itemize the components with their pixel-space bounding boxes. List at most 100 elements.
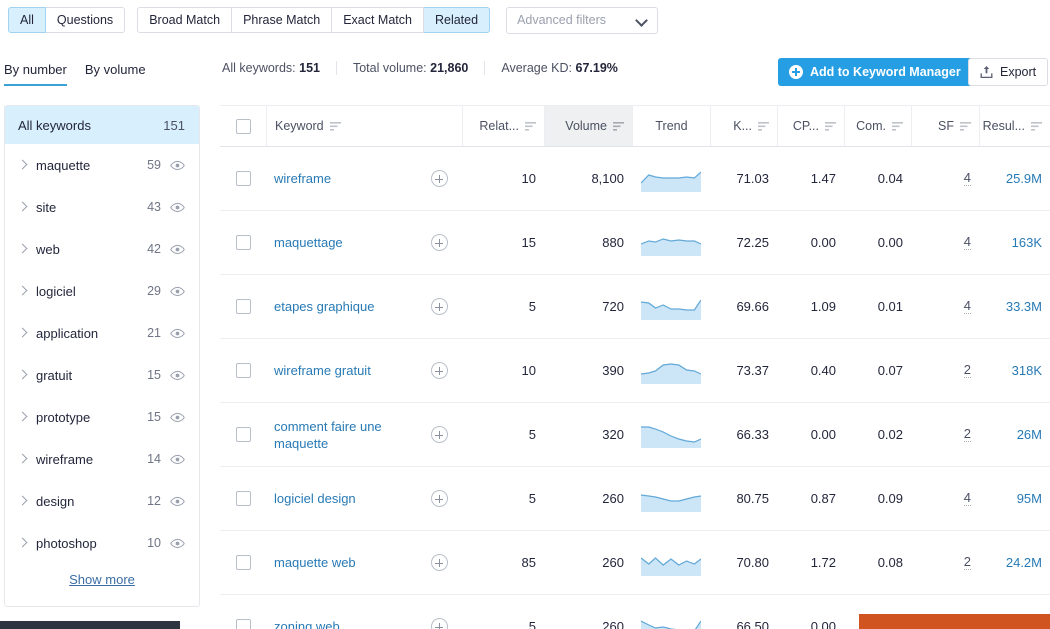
table-row[interactable]: comment faire une maquette 5 320 66.33 0.00 0… — [220, 403, 1050, 467]
filter-tab-broad-match[interactable]: Broad Match — [137, 7, 233, 33]
chevron-right-icon[interactable] — [17, 158, 31, 172]
filter-tab-phrase-match[interactable]: Phrase Match — [232, 7, 333, 33]
add-keyword-icon[interactable] — [430, 554, 448, 571]
header-relat[interactable]: Relat... — [462, 106, 544, 146]
sidebar-item-site[interactable]: site 43 — [5, 186, 199, 228]
sidebar-item-all-keywords[interactable]: All keywords 151 — [5, 106, 199, 144]
sidebar-item-photoshop[interactable]: photoshop 10 — [5, 522, 199, 564]
sidebar-item-gratuit[interactable]: gratuit 15 — [5, 354, 199, 396]
keyword-link[interactable]: maquettage — [274, 234, 343, 251]
sf-value[interactable]: 2 — [963, 427, 971, 442]
table-row[interactable]: maquette web 85 260 70.80 1.72 0.08 2 24.2M — [220, 531, 1050, 595]
keyword-link[interactable]: maquette web — [274, 554, 356, 571]
results-link[interactable]: 33.3M — [1006, 299, 1042, 314]
eye-icon[interactable] — [170, 538, 185, 549]
table-row[interactable]: wireframe gratuit 10 390 73.37 0.40 0.07 2 318K — [220, 339, 1050, 403]
sf-value[interactable]: 2 — [963, 555, 971, 570]
advanced-filters-dropdown[interactable]: Advanced filters — [506, 6, 659, 34]
table-row[interactable]: logiciel design 5 260 80.75 0.87 0.09 4 95M — [220, 467, 1050, 531]
add-to-keyword-manager-button[interactable]: Add to Keyword Manager — [778, 58, 975, 86]
chevron-right-icon[interactable] — [17, 494, 31, 508]
eye-icon[interactable] — [170, 202, 185, 213]
row-checkbox[interactable] — [235, 427, 251, 442]
add-keyword-icon[interactable] — [430, 618, 448, 629]
results-link[interactable]: 26M — [1017, 427, 1042, 442]
header-keyword[interactable]: Keyword — [266, 106, 462, 146]
sf-value[interactable]: 4 — [963, 235, 971, 250]
sidebar-item-wireframe[interactable]: wireframe 14 — [5, 438, 199, 480]
table-row[interactable]: etapes graphique 5 720 69.66 1.09 0.01 4 33.3M — [220, 275, 1050, 339]
sidebar-item-maquette[interactable]: maquette 59 — [5, 144, 199, 186]
row-checkbox[interactable] — [235, 171, 251, 186]
results-link[interactable]: 95M — [1017, 491, 1042, 506]
add-keyword-icon[interactable] — [430, 490, 448, 507]
add-keyword-icon[interactable] — [430, 234, 448, 251]
eye-icon[interactable] — [170, 496, 185, 507]
filter-tab-questions[interactable]: Questions — [45, 7, 126, 33]
header-results[interactable]: Resul... — [979, 106, 1050, 146]
tab-by-volume[interactable]: By volume — [85, 62, 146, 86]
sidebar-item-design[interactable]: design 12 — [5, 480, 199, 522]
tab-by-number[interactable]: By number — [4, 62, 67, 86]
keyword-link[interactable]: wireframe gratuit — [274, 362, 371, 379]
results-link[interactable]: 24.2M — [1006, 555, 1042, 570]
keyword-link[interactable]: comment faire une maquette — [274, 418, 408, 452]
header-trend[interactable]: Trend — [632, 106, 710, 146]
cell-results: 95M — [979, 467, 1050, 530]
table-row[interactable]: wireframe 10 8,100 71.03 1.47 0.04 4 25.9M — [220, 147, 1050, 211]
eye-icon[interactable] — [170, 244, 185, 255]
filter-tab-exact-match[interactable]: Exact Match — [332, 7, 424, 33]
show-more-link[interactable]: Show more — [5, 564, 199, 591]
keyword-link[interactable]: zoning web — [274, 618, 340, 629]
results-link[interactable]: 318K — [1012, 363, 1042, 378]
eye-icon[interactable] — [170, 160, 185, 171]
row-checkbox[interactable] — [235, 299, 251, 314]
row-checkbox[interactable] — [235, 555, 251, 570]
select-all-checkbox[interactable] — [235, 118, 251, 134]
header-kd[interactable]: K... — [710, 106, 777, 146]
filter-tab-related[interactable]: Related — [423, 7, 491, 33]
eye-icon[interactable] — [170, 454, 185, 465]
chevron-right-icon[interactable] — [17, 410, 31, 424]
eye-icon[interactable] — [170, 370, 185, 381]
chevron-right-icon[interactable] — [17, 326, 31, 340]
chevron-right-icon[interactable] — [17, 242, 31, 256]
chevron-right-icon[interactable] — [17, 536, 31, 550]
chevron-right-icon[interactable] — [17, 284, 31, 298]
export-button[interactable]: Export — [968, 58, 1049, 86]
keyword-link[interactable]: logiciel design — [274, 490, 356, 507]
table-row[interactable]: maquettage 15 880 72.25 0.00 0.00 4 163K — [220, 211, 1050, 275]
filter-tab-all[interactable]: All — [8, 7, 46, 33]
sf-value[interactable]: 4 — [963, 491, 971, 506]
add-keyword-icon[interactable] — [430, 298, 448, 315]
results-link[interactable]: 25.9M — [1006, 171, 1042, 186]
header-volume[interactable]: Volume — [544, 106, 632, 146]
bottom-orange-banner[interactable] — [859, 614, 1050, 629]
row-checkbox[interactable] — [235, 363, 251, 378]
sf-value[interactable]: 4 — [963, 171, 971, 186]
header-com[interactable]: Com. — [844, 106, 911, 146]
eye-icon[interactable] — [170, 328, 185, 339]
sf-value[interactable]: 2 — [963, 363, 971, 378]
header-cpc[interactable]: CP... — [777, 106, 844, 146]
row-checkbox[interactable] — [235, 619, 251, 629]
row-checkbox[interactable] — [235, 235, 251, 250]
add-keyword-icon[interactable] — [430, 426, 448, 443]
chevron-right-icon[interactable] — [17, 368, 31, 382]
sidebar-item-application[interactable]: application 21 — [5, 312, 199, 354]
keyword-link[interactable]: etapes graphique — [274, 298, 374, 315]
add-keyword-icon[interactable] — [430, 170, 448, 187]
sidebar-item-prototype[interactable]: prototype 15 — [5, 396, 199, 438]
chevron-right-icon[interactable] — [17, 200, 31, 214]
row-checkbox[interactable] — [235, 491, 251, 506]
results-link[interactable]: 163K — [1012, 235, 1042, 250]
eye-icon[interactable] — [170, 286, 185, 297]
eye-icon[interactable] — [170, 412, 185, 423]
header-sf[interactable]: SF — [911, 106, 979, 146]
sidebar-item-logiciel[interactable]: logiciel 29 — [5, 270, 199, 312]
add-keyword-icon[interactable] — [430, 362, 448, 379]
sidebar-item-web[interactable]: web 42 — [5, 228, 199, 270]
keyword-link[interactable]: wireframe — [274, 170, 331, 187]
chevron-right-icon[interactable] — [17, 452, 31, 466]
sf-value[interactable]: 4 — [963, 299, 971, 314]
